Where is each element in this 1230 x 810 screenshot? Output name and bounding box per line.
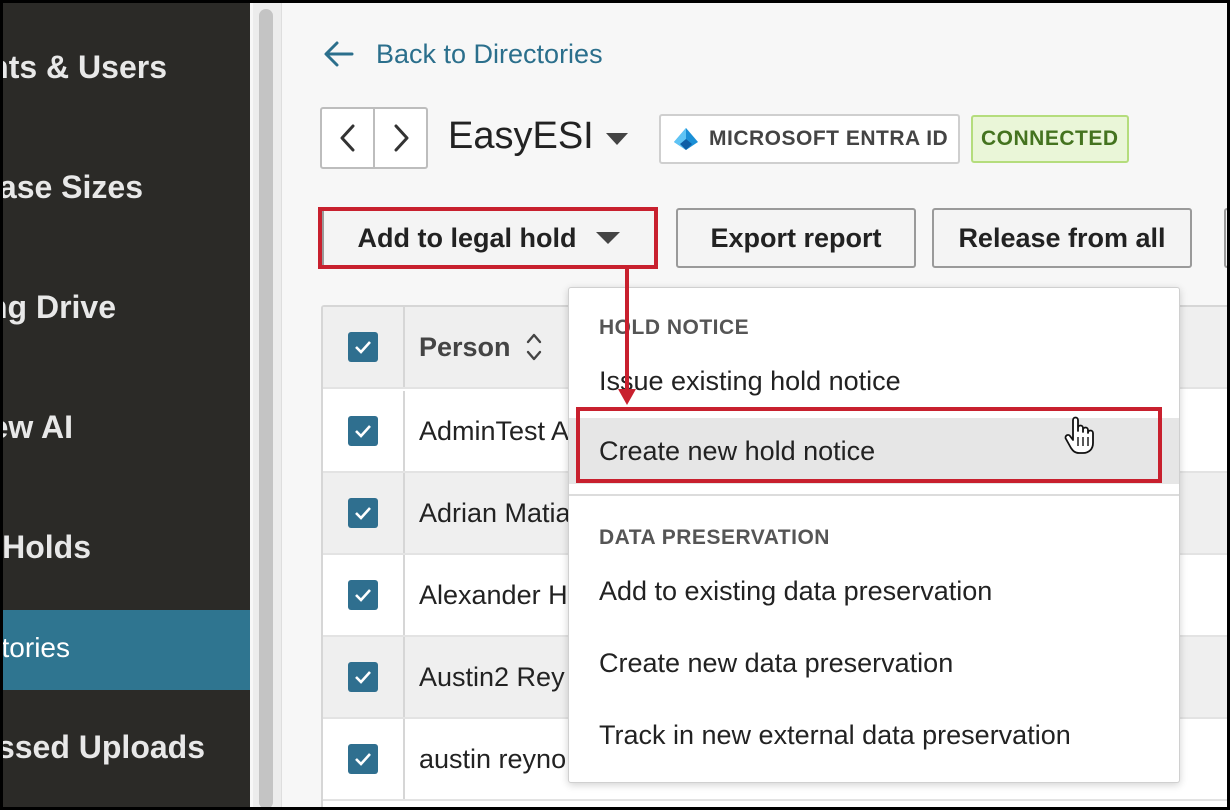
person-name: Alexander H	[419, 579, 568, 610]
person-name: Adrian Matia	[419, 497, 571, 528]
add-to-legal-hold-button[interactable]: Add to legal hold	[322, 208, 656, 268]
sidebar-item-label: Legal Holds	[3, 529, 91, 565]
sidebar-item-staging-drive[interactable]: Staging Drive	[3, 267, 250, 347]
export-report-button[interactable]: Export report	[676, 208, 916, 268]
column-person[interactable]: Person	[419, 307, 543, 387]
row-checkbox[interactable]	[348, 498, 378, 528]
main-content: Back to Directories EasyESI MICROSOFT EN…	[282, 3, 1227, 807]
person-name: Austin2 Rey	[419, 661, 565, 692]
sidebar-item-label: Review AI	[3, 409, 73, 445]
back-to-directories-link[interactable]: Back to Directories	[322, 37, 603, 71]
previous-button[interactable]	[322, 109, 373, 167]
data-preservation-heading: DATA PRESERVATION	[599, 526, 830, 549]
provider-label: MICROSOFT ENTRA ID	[709, 127, 949, 150]
menu-item-track-external-data-preservation[interactable]: Track in new external data preservation	[569, 702, 1179, 768]
row-checkbox-cell	[323, 637, 405, 717]
select-all-cell	[323, 307, 405, 387]
hold-notice-heading: HOLD NOTICE	[599, 316, 750, 339]
checkmark-icon	[355, 425, 371, 438]
row-checkbox-cell	[323, 473, 405, 553]
chevron-left-icon	[340, 124, 354, 152]
add-hold-label: Add to legal hold	[357, 222, 577, 253]
row-checkbox-cell	[323, 719, 405, 799]
sidebar-item-legal-holds[interactable]: Legal Holds	[3, 507, 250, 587]
menu-item-add-existing-data-preservation[interactable]: Add to existing data preservation	[569, 558, 1179, 624]
sidebar-scrollbar[interactable]	[253, 3, 282, 807]
menu-item-create-new-data-preservation[interactable]: Create new data preservation	[569, 630, 1179, 696]
microsoft-entra-icon	[674, 128, 698, 150]
caret-down-icon	[596, 232, 621, 244]
sidebar-item-accounts-users[interactable]: Accounts & Users	[3, 27, 250, 107]
column-person-label: Person	[419, 331, 511, 362]
person-name: AdminTest A	[419, 415, 570, 446]
scrollbar-thumb[interactable]	[259, 9, 273, 807]
menu-item-create-new-hold-notice[interactable]: Create new hold notice	[569, 418, 1179, 484]
menu-divider	[569, 494, 1179, 496]
provider-badge: MICROSOFT ENTRA ID	[659, 114, 961, 164]
sidebar-item-label: Staging Drive	[3, 289, 116, 325]
directory-name: EasyESI	[448, 115, 594, 157]
back-link-label: Back to Directories	[376, 38, 603, 69]
menu-item-issue-existing-hold-notice[interactable]: Issue existing hold notice	[569, 348, 1179, 414]
checkmark-icon	[355, 507, 371, 520]
caret-down-icon	[605, 132, 628, 145]
sidebar-item-label: Accounts & Users	[3, 49, 167, 85]
sidebar-item-label: Database Sizes	[3, 169, 143, 205]
sidebar-item-label: Directories	[3, 632, 70, 663]
next-button[interactable]	[373, 109, 426, 167]
arrow-left-icon	[324, 41, 354, 67]
checkmark-icon	[355, 589, 371, 602]
sort-icon	[526, 333, 541, 361]
directory-selector[interactable]: EasyESI	[448, 115, 628, 158]
sidebar: Accounts & Users Database Sizes Staging …	[3, 3, 250, 807]
app-window: Accounts & Users Database Sizes Staging …	[3, 3, 1227, 807]
sidebar-item-label: Processed Uploads	[3, 729, 205, 765]
status-badge: CONNECTED	[971, 115, 1129, 163]
chevron-right-icon	[394, 124, 408, 152]
export-label: Export report	[710, 222, 882, 253]
row-checkbox[interactable]	[348, 662, 378, 692]
row-checkbox[interactable]	[348, 580, 378, 610]
directory-pager	[320, 107, 428, 169]
checkmark-icon	[355, 753, 371, 766]
row-checkbox[interactable]	[348, 416, 378, 446]
row-checkbox[interactable]	[348, 744, 378, 774]
person-name: austin reyno	[419, 743, 567, 774]
sidebar-item-database-sizes[interactable]: Database Sizes	[3, 147, 250, 227]
sidebar-item-review-ai[interactable]: Review AI	[3, 387, 250, 467]
checkmark-icon	[355, 671, 371, 684]
release-from-all-button[interactable]: Release from all	[932, 208, 1192, 268]
checkmark-icon	[355, 341, 371, 354]
more-actions-button[interactable]	[1224, 208, 1227, 268]
add-to-legal-hold-menu: HOLD NOTICE Issue existing hold notice C…	[568, 287, 1180, 783]
release-label: Release from all	[958, 222, 1166, 253]
sidebar-item-processed-uploads[interactable]: Processed Uploads	[3, 707, 250, 787]
status-label: CONNECTED	[981, 127, 1119, 150]
row-checkbox-cell	[323, 555, 405, 635]
sidebar-item-directories[interactable]: Directories	[3, 610, 250, 690]
row-checkbox-cell	[323, 391, 405, 471]
select-all-checkbox[interactable]	[348, 332, 378, 362]
